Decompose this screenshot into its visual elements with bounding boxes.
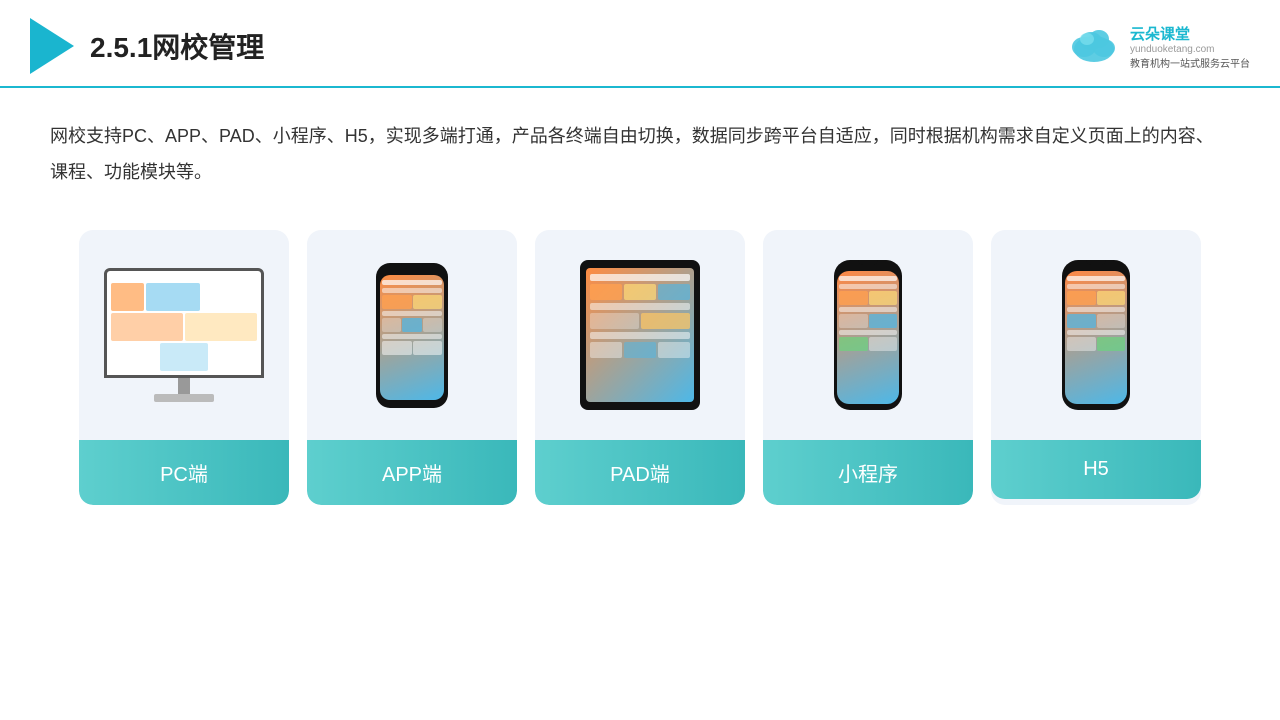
cloud-logo-icon (1067, 25, 1122, 67)
mini-phone-screen-h5 (1065, 271, 1127, 404)
cards-area: PC端 (0, 200, 1280, 505)
description-text: 网校支持PC、APP、PAD、小程序、H5，实现多端打通，产品各终端自由切换，数… (50, 118, 1230, 190)
card-h5-label: H5 (991, 440, 1201, 499)
logo-url: yunduoketang.com (1130, 44, 1250, 55)
logo-name: 云朵课堂 (1130, 23, 1250, 44)
card-app-image (307, 230, 517, 430)
card-h5-image (991, 230, 1201, 430)
card-pc-label: PC端 (79, 440, 289, 505)
logo-text: 云朵课堂 yunduoketang.com 教育机构一站式服务云平台 (1130, 23, 1250, 70)
mini-phone-mockup-h5 (1062, 260, 1130, 410)
phone-screen-app (380, 275, 444, 400)
tablet-screen (586, 268, 694, 402)
description: 网校支持PC、APP、PAD、小程序、H5，实现多端打通，产品各终端自由切换，数… (0, 88, 1280, 190)
pc-mockup (104, 268, 264, 402)
logo-slogan: 教育机构一站式服务云平台 (1130, 55, 1250, 70)
page-title: 2.5.1网校管理 (90, 26, 264, 66)
card-pad-image (535, 230, 745, 430)
pc-screen (104, 268, 264, 378)
card-app: APP端 (307, 230, 517, 505)
mini-phone-screen-mp (837, 271, 899, 404)
header-left: 2.5.1网校管理 (30, 18, 264, 74)
card-pc-image (79, 230, 289, 430)
card-miniprogram-label: 小程序 (763, 440, 973, 505)
card-miniprogram-image (763, 230, 973, 430)
tablet-mockup (580, 260, 700, 410)
logo-area: 云朵课堂 yunduoketang.com 教育机构一站式服务云平台 (1067, 23, 1250, 70)
header: 2.5.1网校管理 云朵课堂 yunduoketang.com 教育机构一站式服… (0, 0, 1280, 88)
card-app-label: APP端 (307, 440, 517, 505)
card-pad: PAD端 (535, 230, 745, 505)
phone-mockup-app (376, 263, 448, 408)
card-miniprogram: 小程序 (763, 230, 973, 505)
card-h5: H5 (991, 230, 1201, 505)
card-pc: PC端 (79, 230, 289, 505)
play-icon (30, 18, 74, 74)
mini-phone-mockup-mp (834, 260, 902, 410)
card-pad-label: PAD端 (535, 440, 745, 505)
